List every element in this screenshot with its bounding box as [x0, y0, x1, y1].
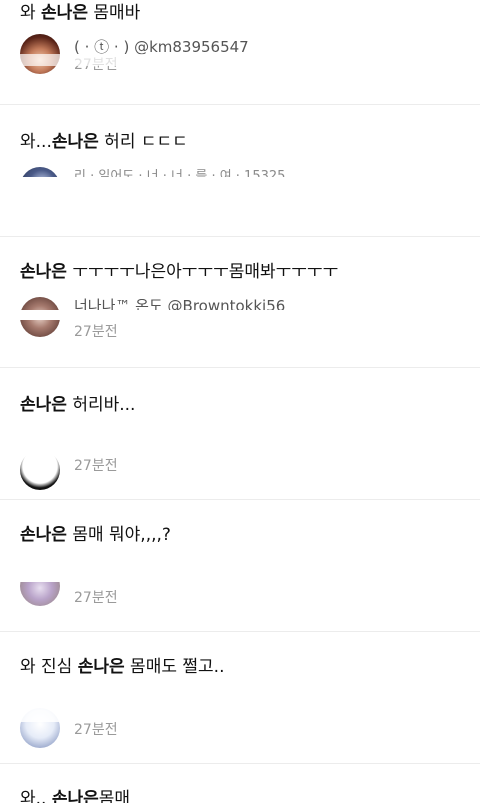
overlap-mask [0, 177, 480, 233]
tweet-text-suffix: ㅜㅜㅜㅜ나은아ㅜㅜㅜ몸매봐ㅜㅜㅜㅜ [66, 262, 339, 282]
tweet-timestamp: 27분전 [74, 722, 118, 738]
tweet-text-suffix: 허리 ㄷㄷㄷ [98, 132, 188, 152]
tweet-timestamp: 27분전 [74, 590, 118, 606]
tweet-highlight-keyword: 손나은 [51, 132, 99, 152]
tweet-post[interactable]: 와.. 손나은몸매 [0, 764, 480, 803]
tweet-text-prefix: 와 진심 [20, 657, 78, 677]
tweet-highlight-keyword: 손나은 [77, 657, 125, 677]
tweet-post[interactable]: 와 손나은 몸매바 ( · ⓣ · ) @km83956547 27분전 [0, 0, 480, 105]
tweet-post[interactable]: 손나은 ㅜㅜㅜㅜ나은아ㅜㅜㅜ몸매봐ㅜㅜㅜㅜ 너나나™ 온도 @Browntokk… [0, 237, 480, 368]
overlap-mask [0, 708, 480, 722]
overlap-mask [0, 430, 480, 456]
tweet-highlight-keyword: 손나은 [51, 789, 99, 803]
tweet-feed[interactable]: 와 손나은 몸매바 ( · ⓣ · ) @km83956547 27분전 와..… [0, 0, 480, 803]
tweet-post[interactable]: 손나은 허리바... 27분전 [0, 368, 480, 500]
tweet-text-prefix: 와 [20, 3, 42, 23]
overlap-mask [0, 54, 480, 66]
tweet-post[interactable]: 와 진심 손나은 몸매도 쩔고.. 27분전 [0, 632, 480, 764]
tweet-highlight-keyword: 손나은 [20, 395, 67, 415]
tweet-text-suffix: 몸매 뭐야,,,,? [66, 525, 171, 545]
tweet-text: 와 진심 손나은 몸매도 쩔고.. [20, 656, 224, 678]
tweet-text: 와 손나은 몸매바 [20, 2, 140, 24]
tweet-text-suffix: 몸매바 [87, 3, 141, 23]
tweet-text: 와.. 손나은몸매 [20, 788, 130, 803]
tweet-highlight-keyword: 손나은 [20, 262, 67, 282]
tweet-post[interactable]: 손나은 몸매 뭐야,,,,? 27분전 [0, 500, 480, 632]
tweet-timestamp: 27분전 [74, 458, 118, 474]
tweet-meta: ( · ⓣ · ) @km83956547 27분전 [20, 32, 460, 74]
overlap-mask [0, 562, 480, 582]
overlap-mask [0, 310, 480, 320]
tweet-timestamp: 27분전 [74, 324, 118, 340]
tweet-post[interactable]: 와...손나은 허리 ㄷㄷㄷ 리 · 일어도 · 너 · 너 · 를 · 여 ·… [0, 105, 480, 237]
user-avatar[interactable] [20, 450, 60, 490]
tweet-text: 손나은 ㅜㅜㅜㅜ나은아ㅜㅜㅜ몸매봐ㅜㅜㅜㅜ [20, 261, 338, 283]
tweet-text-prefix: 와.. [20, 789, 52, 803]
tweet-highlight-keyword: 손나은 [41, 3, 88, 23]
tweet-highlight-keyword: 손나은 [20, 525, 67, 545]
tweet-text-prefix: 와... [20, 132, 52, 152]
tweet-text: 손나은 몸매 뭐야,,,,? [20, 524, 171, 546]
tweet-text: 손나은 허리바... [20, 394, 135, 416]
tweet-text-suffix: 몸매도 쩔고.. [124, 657, 225, 677]
tweet-text: 와...손나은 허리 ㄷㄷㄷ [20, 131, 188, 153]
tweet-text-suffix: 몸매 [98, 789, 131, 803]
tweet-text-suffix: 허리바... [66, 395, 136, 415]
